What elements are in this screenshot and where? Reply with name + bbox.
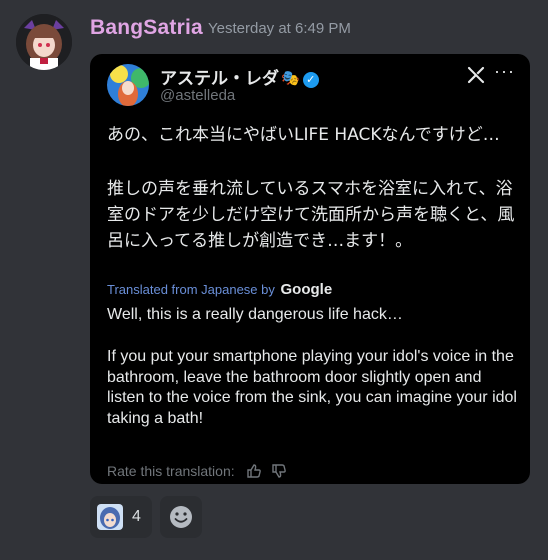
tweet-embed[interactable]: アステル・レダ 🎭 ✓ @astelleda ··· あの、これ本当にやばいLIFE… xyxy=(90,54,530,484)
tweet-author-handle[interactable]: @astelleda xyxy=(160,87,235,104)
user-avatar[interactable] xyxy=(16,14,72,70)
google-logo: Google xyxy=(280,281,333,298)
reaction-button[interactable]: 4 xyxy=(90,496,152,538)
tweet-text-japanese-line2: 推しの声を垂れ流しているスマホを浴室に入れて、浴室のドアを少しだけ空けて洗面所か… xyxy=(107,179,515,251)
x-logo-icon[interactable] xyxy=(466,65,486,85)
tweet-text-english-line2: If you put your smartphone playing your … xyxy=(107,348,517,427)
verified-badge-icon: ✓ xyxy=(302,72,319,88)
more-options-icon[interactable]: ··· xyxy=(494,62,514,84)
message-timestamp: Yesterday at 6:49 PM xyxy=(208,20,351,37)
anime-emoji-icon xyxy=(97,504,123,530)
tweet-author-name[interactable]: アステル・レダ 🎭 ✓ xyxy=(160,64,319,89)
translation-attribution[interactable]: Translated from Japanese by Google xyxy=(107,281,332,298)
performing-arts-emoji-icon: 🎭 xyxy=(281,70,300,87)
smiley-icon xyxy=(170,506,192,528)
thumbs-down-icon[interactable] xyxy=(272,464,287,478)
reaction-count: 4 xyxy=(132,508,141,525)
username[interactable]: BangSatria xyxy=(90,16,203,40)
tweet-text-japanese-line1: あの、これ本当にやばいLIFE HACKなんですけど… xyxy=(107,125,500,145)
add-reaction-button[interactable] xyxy=(160,496,202,538)
thumbs-up-icon[interactable] xyxy=(246,464,261,478)
rate-translation: Rate this translation: xyxy=(107,463,287,479)
tweet-text-english-line1: Well, this is a really dangerous life ha… xyxy=(107,306,403,323)
tweet-author-avatar[interactable] xyxy=(107,64,149,106)
